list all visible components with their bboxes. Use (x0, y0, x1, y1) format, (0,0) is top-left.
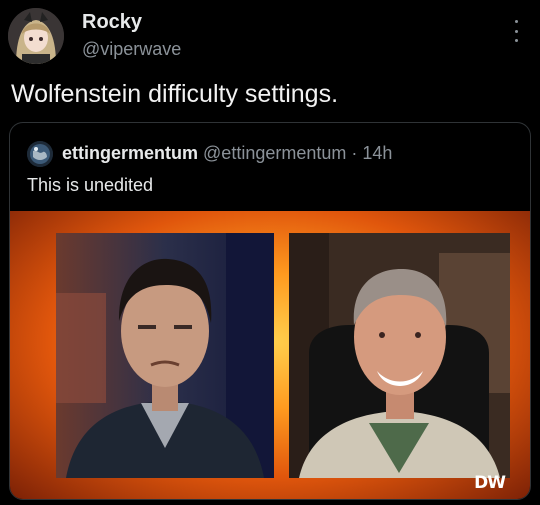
dw-watermark: DW (474, 473, 506, 493)
man-portrait-left (56, 233, 274, 478)
author-name[interactable]: Rocky (82, 10, 181, 34)
author-avatar[interactable] (8, 8, 64, 64)
quote-media[interactable]: DW (10, 211, 530, 499)
more-options-button[interactable] (508, 20, 524, 42)
quote-header: ettingermentum @ettingermentum · 14h (62, 140, 392, 166)
video-frame-right (289, 233, 510, 478)
dot-separator: · (351, 143, 358, 163)
video-frame-left (56, 233, 274, 478)
quote-avatar[interactable] (27, 141, 53, 167)
quoted-tweet[interactable]: ettingermentum @ettingermentum · 14h Thi… (9, 122, 531, 500)
quote-author-name[interactable]: ettingermentum (62, 143, 198, 163)
more-vertical-icon (514, 20, 518, 23)
author-info: Rocky @viperwave (82, 10, 181, 60)
tweet: Rocky @viperwave Wolfenstein difficulty … (0, 0, 540, 505)
globe-avatar-icon (27, 141, 53, 167)
anime-girl-avatar-icon (8, 8, 64, 64)
quote-timestamp[interactable]: 14h (362, 143, 392, 163)
quote-author-handle[interactable]: @ettingermentum (203, 143, 346, 163)
author-handle[interactable]: @viperwave (82, 38, 181, 60)
man-portrait-right (289, 233, 510, 478)
quote-text: This is unedited (27, 175, 154, 195)
tweet-text: Wolfenstein difficulty settings. (11, 80, 339, 108)
